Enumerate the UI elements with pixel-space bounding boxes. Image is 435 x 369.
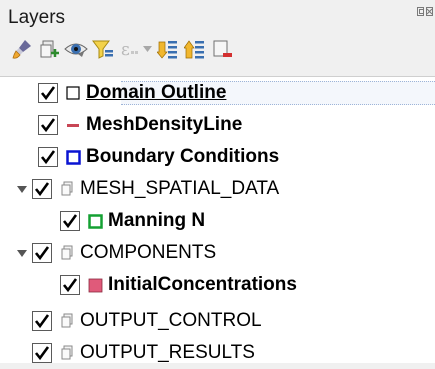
remove-layer-button[interactable] (210, 37, 234, 61)
group-visibility-checkbox[interactable] (32, 179, 52, 199)
layer-label: InitialConcentrations (108, 274, 297, 295)
layer-label: Domain Outline (86, 82, 227, 103)
checkmark-icon (40, 86, 56, 101)
group-row-components[interactable]: COMPONENTS (16, 237, 216, 269)
group-icon (59, 343, 75, 363)
checkmark-icon (34, 246, 50, 261)
layer-label: MeshDensityLine (86, 114, 243, 135)
group-label: MESH_SPATIAL_DATA (80, 178, 280, 199)
panel-title: Layers (8, 7, 66, 28)
filter-legend-button[interactable] (91, 37, 115, 61)
layer-row-boundary-conditions[interactable]: Boundary Conditions (38, 141, 279, 173)
layer-label: Manning N (108, 210, 206, 231)
style-manager-button[interactable] (10, 37, 34, 61)
group-icon (59, 311, 75, 331)
group-row-output-control[interactable]: OUTPUT_CONTROL (16, 305, 262, 337)
collapse-all-icon (184, 40, 204, 59)
layer-visibility-checkbox[interactable] (60, 211, 80, 231)
add-group-icon (40, 40, 59, 58)
group-label: OUTPUT_RESULTS (80, 342, 255, 363)
filter-expression-icon: ε (121, 40, 138, 60)
checkmark-icon (40, 150, 56, 165)
float-panel-icon[interactable] (417, 7, 424, 16)
group-visibility-checkbox[interactable] (32, 343, 52, 363)
add-group-button[interactable] (37, 37, 61, 61)
expand-arrow[interactable] (16, 247, 28, 259)
layer-visibility-checkbox[interactable] (60, 275, 80, 295)
layer-label: Boundary Conditions (86, 146, 280, 167)
filter-expression-button[interactable]: ε (118, 37, 142, 61)
polygon-outline-symbol-icon (87, 211, 103, 231)
polygon-outline-symbol-icon (65, 83, 81, 103)
layer-row-manning-n[interactable]: Manning N (60, 205, 205, 237)
group-label: OUTPUT_CONTROL (80, 310, 262, 331)
expand-all-icon (157, 41, 177, 59)
svg-text:ε: ε (121, 40, 130, 60)
filter-dropdown-arrow[interactable] (142, 37, 152, 61)
checkmark-icon (40, 118, 56, 133)
collapse-all-button[interactable] (183, 37, 207, 61)
panel-title-buttons (417, 7, 433, 21)
group-icon (59, 179, 75, 199)
group-label: COMPONENTS (80, 242, 217, 263)
manage-visibility-icon (64, 43, 88, 57)
remove-layer-icon (213, 40, 232, 57)
expand-arrow[interactable] (16, 183, 28, 195)
layer-row-initialconcentrations[interactable]: InitialConcentrations (60, 269, 297, 301)
checkmark-icon (62, 278, 78, 293)
polygon-fill-symbol-icon (87, 275, 103, 295)
layer-visibility-checkbox[interactable] (38, 115, 58, 135)
checkmark-icon (34, 346, 50, 361)
polygon-outline-symbol-icon (65, 147, 81, 167)
style-manager-icon (12, 40, 31, 59)
filter-legend-icon (92, 40, 113, 59)
layer-row-meshdensityline[interactable]: MeshDensityLine (38, 109, 242, 141)
group-visibility-checkbox[interactable] (32, 243, 52, 263)
layer-tree: Domain Outline MeshDensityLine Boundary … (0, 76, 435, 363)
layer-visibility-checkbox[interactable] (38, 83, 58, 103)
chevron-down-icon (17, 249, 27, 257)
checkmark-icon (62, 214, 78, 229)
layer-row-domain-outline[interactable]: Domain Outline (38, 77, 435, 109)
close-panel-icon[interactable] (426, 7, 433, 16)
group-visibility-checkbox[interactable] (32, 311, 52, 331)
line-symbol-icon (65, 115, 81, 135)
chevron-down-icon (17, 185, 27, 193)
group-row-mesh-spatial-data[interactable]: MESH_SPATIAL_DATA (16, 173, 279, 205)
expand-all-button[interactable] (156, 37, 180, 61)
group-row-output-results[interactable]: OUTPUT_RESULTS (16, 337, 255, 369)
layer-visibility-checkbox[interactable] (38, 147, 58, 167)
layers-toolbar: ε (10, 37, 237, 61)
chevron-down-icon (142, 46, 152, 52)
checkmark-icon (34, 182, 50, 197)
checkmark-icon (34, 314, 50, 329)
manage-visibility-button[interactable] (64, 37, 88, 61)
group-icon (59, 243, 75, 263)
